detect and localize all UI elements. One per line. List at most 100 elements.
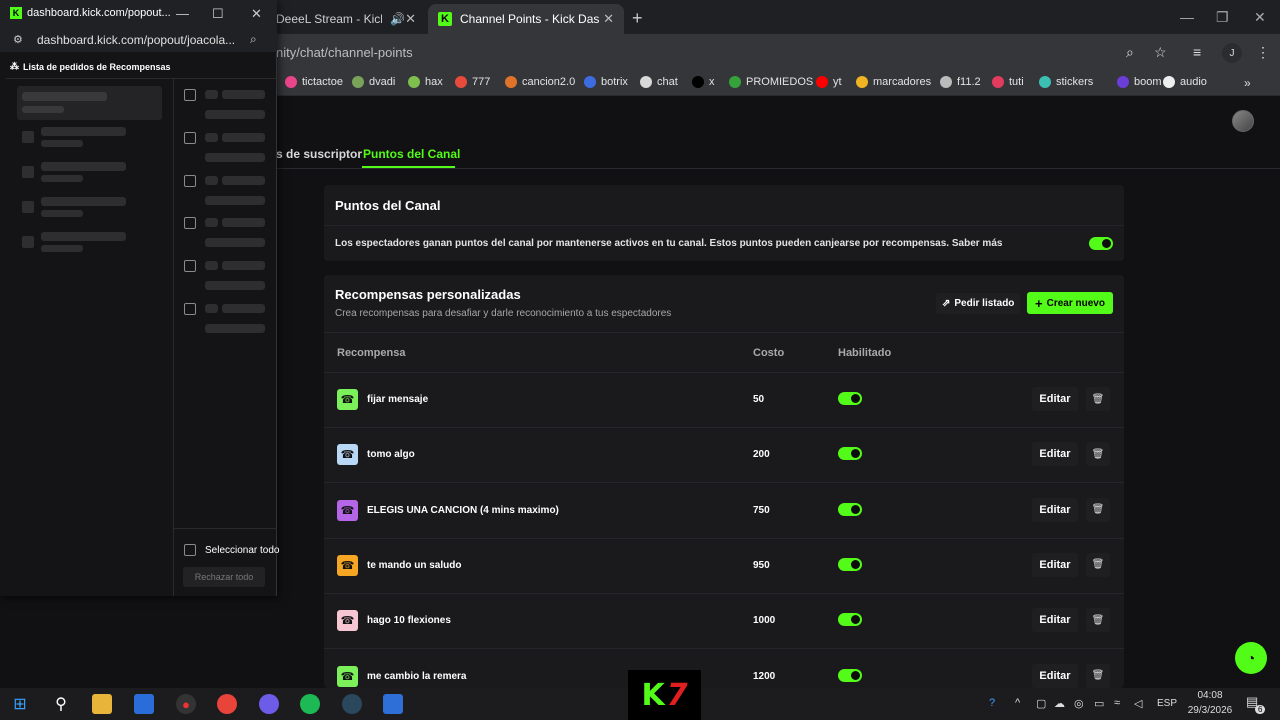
minimize-icon[interactable]: — xyxy=(176,6,189,21)
battery-icon[interactable]: ▭ xyxy=(1094,697,1104,710)
app-store-icon[interactable] xyxy=(383,694,403,714)
trash-icon[interactable]: 🗑 xyxy=(1086,663,1110,688)
reward-enabled-toggle[interactable] xyxy=(838,557,862,571)
reward-icon: ☎ xyxy=(337,554,358,576)
chat-support-button[interactable]: ◔ xyxy=(1235,642,1267,674)
close-window-icon[interactable]: ✕ xyxy=(1254,9,1266,26)
help-icon[interactable]: ? xyxy=(989,697,995,709)
skeleton-avatar xyxy=(205,218,218,227)
outlook-icon[interactable] xyxy=(134,694,154,714)
bookmark-10[interactable]: marcadores xyxy=(856,76,931,88)
edit-button[interactable]: Editar xyxy=(1032,497,1078,522)
request-checkbox[interactable] xyxy=(184,260,196,272)
bookmark-1[interactable]: dvadi xyxy=(352,76,395,88)
bookmark-label: audio xyxy=(1180,76,1207,88)
reject-all-button[interactable]: Rechazar todo xyxy=(183,567,265,587)
cloud-icon[interactable]: ☁ xyxy=(1054,697,1065,710)
tray-app-icon[interactable]: ◎ xyxy=(1074,697,1084,710)
bookmark-7[interactable]: x xyxy=(692,76,715,88)
chevron-up-icon[interactable]: ^ xyxy=(1015,697,1020,709)
tab-stream[interactable]: DeeeL Stream - Kick Da 🔊 ✕ xyxy=(266,4,426,34)
media-icon[interactable]: ≡ xyxy=(1193,44,1201,60)
tab-channel-points[interactable]: Puntos del Canal xyxy=(363,147,460,161)
windows-start-icon[interactable]: ⊞ xyxy=(10,694,30,714)
divider xyxy=(324,225,1124,226)
edit-button[interactable]: Editar xyxy=(1032,608,1078,633)
edit-button[interactable]: Editar xyxy=(1032,552,1078,577)
request-checkbox[interactable] xyxy=(184,217,196,229)
star-icon[interactable]: ☆ xyxy=(1154,44,1167,61)
spotify-icon[interactable] xyxy=(300,694,320,714)
minimize-icon[interactable]: — xyxy=(1180,9,1194,25)
bookmark-6[interactable]: chat xyxy=(640,76,678,88)
create-new-button[interactable]: + Crear nuevo xyxy=(1027,292,1113,314)
steam-icon[interactable] xyxy=(342,694,362,714)
request-checkbox[interactable] xyxy=(184,175,196,187)
app-icon[interactable]: ● xyxy=(176,694,196,714)
bookmark-icon xyxy=(352,76,364,88)
bookmark-icon xyxy=(455,76,467,88)
trash-icon[interactable]: 🗑 xyxy=(1086,387,1110,411)
skeleton-line xyxy=(22,92,107,101)
request-checkbox[interactable] xyxy=(184,132,196,144)
bookmark-label: tictactoe xyxy=(302,76,343,88)
bookmark-4[interactable]: cancion2.0 xyxy=(505,76,575,88)
close-icon[interactable]: ✕ xyxy=(603,11,614,27)
reward-enabled-toggle[interactable] xyxy=(838,668,862,682)
chevron-right-icon[interactable]: » xyxy=(1244,76,1251,90)
bookmark-15[interactable]: audio xyxy=(1163,76,1207,88)
maximize-icon[interactable]: ❐ xyxy=(1216,9,1229,26)
edit-button[interactable]: Editar xyxy=(1032,442,1078,467)
close-icon[interactable]: ✕ xyxy=(405,11,416,27)
new-tab-button[interactable]: + xyxy=(632,8,643,29)
select-all-checkbox[interactable] xyxy=(184,544,196,556)
site-settings-icon[interactable]: ⚙ xyxy=(13,33,23,46)
request-list-button[interactable]: ⇗ Pedir listado xyxy=(936,293,1021,314)
url-field[interactable]: nity/chat/channel-points xyxy=(276,45,413,60)
trash-icon[interactable]: 🗑 xyxy=(1086,497,1110,522)
tab-channel-points[interactable]: K Channel Points - Kick Dashboar ✕ xyxy=(428,4,624,34)
close-icon[interactable]: ✕ xyxy=(251,6,262,22)
menu-icon[interactable]: ⋮ xyxy=(1256,44,1270,61)
tab-subscriber-rewards[interactable]: s de suscriptor xyxy=(276,147,362,161)
reward-enabled-toggle[interactable] xyxy=(838,392,862,405)
user-avatar[interactable] xyxy=(1232,110,1254,132)
bookmark-0[interactable]: tictactoe xyxy=(285,76,343,88)
chrome-icon[interactable] xyxy=(217,694,237,714)
search-icon[interactable]: ⚲ xyxy=(51,694,71,714)
edit-button[interactable]: Editar xyxy=(1032,663,1078,688)
bookmark-12[interactable]: tuti xyxy=(992,76,1024,88)
bookmark-8[interactable]: PROMIEDOS xyxy=(729,76,813,88)
request-checkbox[interactable] xyxy=(184,303,196,315)
request-checkbox[interactable] xyxy=(184,89,196,101)
edit-button[interactable]: Editar xyxy=(1032,387,1078,411)
volume-icon[interactable]: ◁ xyxy=(1134,697,1142,710)
clock-time[interactable]: 04:08 xyxy=(1190,690,1230,701)
bookmark-11[interactable]: f11.2 xyxy=(940,76,981,88)
bookmark-3[interactable]: 777 xyxy=(455,76,490,88)
file-explorer-icon[interactable] xyxy=(92,694,112,714)
bookmark-5[interactable]: botrix xyxy=(584,76,628,88)
clock-date[interactable]: 29/3/2026 xyxy=(1184,705,1236,716)
channel-points-toggle[interactable] xyxy=(1089,237,1113,250)
bookmark-9[interactable]: yt xyxy=(816,76,842,88)
popup-url[interactable]: dashboard.kick.com/popout/joacola... xyxy=(37,33,235,47)
reward-enabled-toggle[interactable] xyxy=(838,502,862,516)
profile-avatar[interactable]: J xyxy=(1222,43,1242,63)
search-icon[interactable]: ⌕ xyxy=(250,32,257,47)
reward-enabled-toggle[interactable] xyxy=(838,613,862,627)
zoom-search-icon[interactable]: ⌕ xyxy=(1126,44,1134,61)
trash-icon[interactable]: 🗑 xyxy=(1086,608,1110,633)
bookmark-13[interactable]: stickers xyxy=(1039,76,1093,88)
bookmark-14[interactable]: boom xyxy=(1117,76,1162,88)
skeleton-checkbox xyxy=(22,201,34,213)
bookmark-2[interactable]: hax xyxy=(408,76,443,88)
reward-enabled-toggle[interactable] xyxy=(838,447,862,461)
discord-icon[interactable] xyxy=(259,694,279,714)
trash-icon[interactable]: 🗑 xyxy=(1086,442,1110,467)
language-indicator[interactable]: ESP xyxy=(1157,698,1177,709)
trash-icon[interactable]: 🗑 xyxy=(1086,552,1110,577)
tray-app-icon[interactable]: ▢ xyxy=(1036,697,1046,710)
wifi-icon[interactable]: ≈ xyxy=(1114,697,1120,709)
maximize-icon[interactable]: ☐ xyxy=(212,6,224,22)
